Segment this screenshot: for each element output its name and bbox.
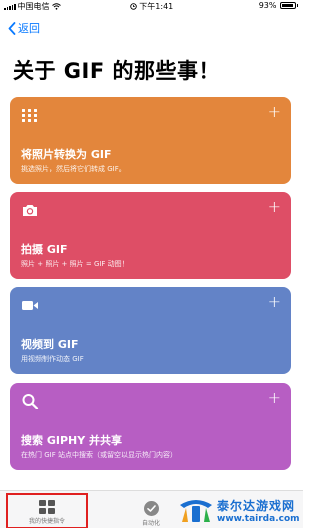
tab-my-shortcuts[interactable]: 我的快捷指令 bbox=[6, 493, 88, 528]
status-right: 93% bbox=[259, 1, 298, 10]
shortcut-card-search-giphy[interactable]: + 搜索 GIPHY 并共享 在热门 GIF 站点中搜索（或留空以显示热门内容） bbox=[10, 383, 291, 470]
tab-automation[interactable]: 自动化 bbox=[126, 493, 176, 527]
shortcuts-grid-icon bbox=[39, 500, 55, 514]
shortcut-card-photos-to-gif[interactable]: + 将照片转换为 GIF 挑选照片，然后将它们转成 GIF。 bbox=[10, 97, 291, 184]
tab-label: 自动化 bbox=[141, 520, 160, 527]
battery-percent: 93% bbox=[258, 1, 277, 10]
card-title: 视频到 GIF bbox=[21, 338, 79, 351]
card-description: 照片 + 照片 + 照片 = GIF 动图！ bbox=[21, 260, 129, 268]
tab-label: 我的快捷指令 bbox=[28, 518, 65, 525]
chevron-left-icon bbox=[8, 21, 16, 35]
card-description: 挑选照片，然后将它们转成 GIF。 bbox=[21, 165, 126, 173]
card-title: 将照片转换为 GIF bbox=[21, 148, 112, 161]
page-title: 关于 GIF 的那些事！ bbox=[13, 59, 221, 83]
back-button[interactable]: 返回 bbox=[8, 20, 40, 36]
camera-icon bbox=[23, 205, 37, 216]
video-camera-icon bbox=[22, 301, 38, 310]
watermark-url: www.tairda.com bbox=[217, 513, 300, 524]
status-bar: 中国电信 下午1:41 93% bbox=[0, 0, 303, 12]
search-icon bbox=[22, 394, 39, 409]
watermark: 泰尔达游戏网 www.tairda.com bbox=[178, 495, 300, 525]
card-title: 拍摄 GIF bbox=[21, 243, 68, 256]
battery-icon bbox=[279, 2, 296, 9]
watermark-logo bbox=[180, 500, 212, 522]
shortcut-card-video-to-gif[interactable]: + 视频到 GIF 用视频制作动态 GIF bbox=[10, 287, 291, 374]
shortcut-card-shoot-gif[interactable]: + 拍摄 GIF 照片 + 照片 + 照片 = GIF 动图！ bbox=[10, 192, 291, 279]
add-shortcut-button[interactable]: + bbox=[268, 104, 281, 120]
back-label: 返回 bbox=[18, 22, 40, 35]
watermark-name: 泰尔达游戏网 bbox=[217, 498, 296, 513]
automation-icon bbox=[143, 501, 159, 516]
watermark-text: 泰尔达游戏网 www.tairda.com bbox=[217, 497, 300, 524]
card-title: 搜索 GIPHY 并共享 bbox=[21, 434, 123, 447]
status-center: 下午1:41 bbox=[0, 1, 303, 12]
card-description: 用视频制作动态 GIF bbox=[21, 355, 84, 363]
add-shortcut-button[interactable]: + bbox=[268, 294, 281, 310]
battery-tip bbox=[296, 4, 298, 7]
alarm-icon bbox=[129, 3, 137, 10]
card-description: 在热门 GIF 站点中搜索（或留空以显示热门内容） bbox=[21, 451, 177, 459]
status-time: 下午1:41 bbox=[139, 2, 174, 11]
add-shortcut-button[interactable]: + bbox=[268, 390, 281, 406]
grid-icon bbox=[22, 109, 37, 122]
add-shortcut-button[interactable]: + bbox=[268, 199, 281, 215]
